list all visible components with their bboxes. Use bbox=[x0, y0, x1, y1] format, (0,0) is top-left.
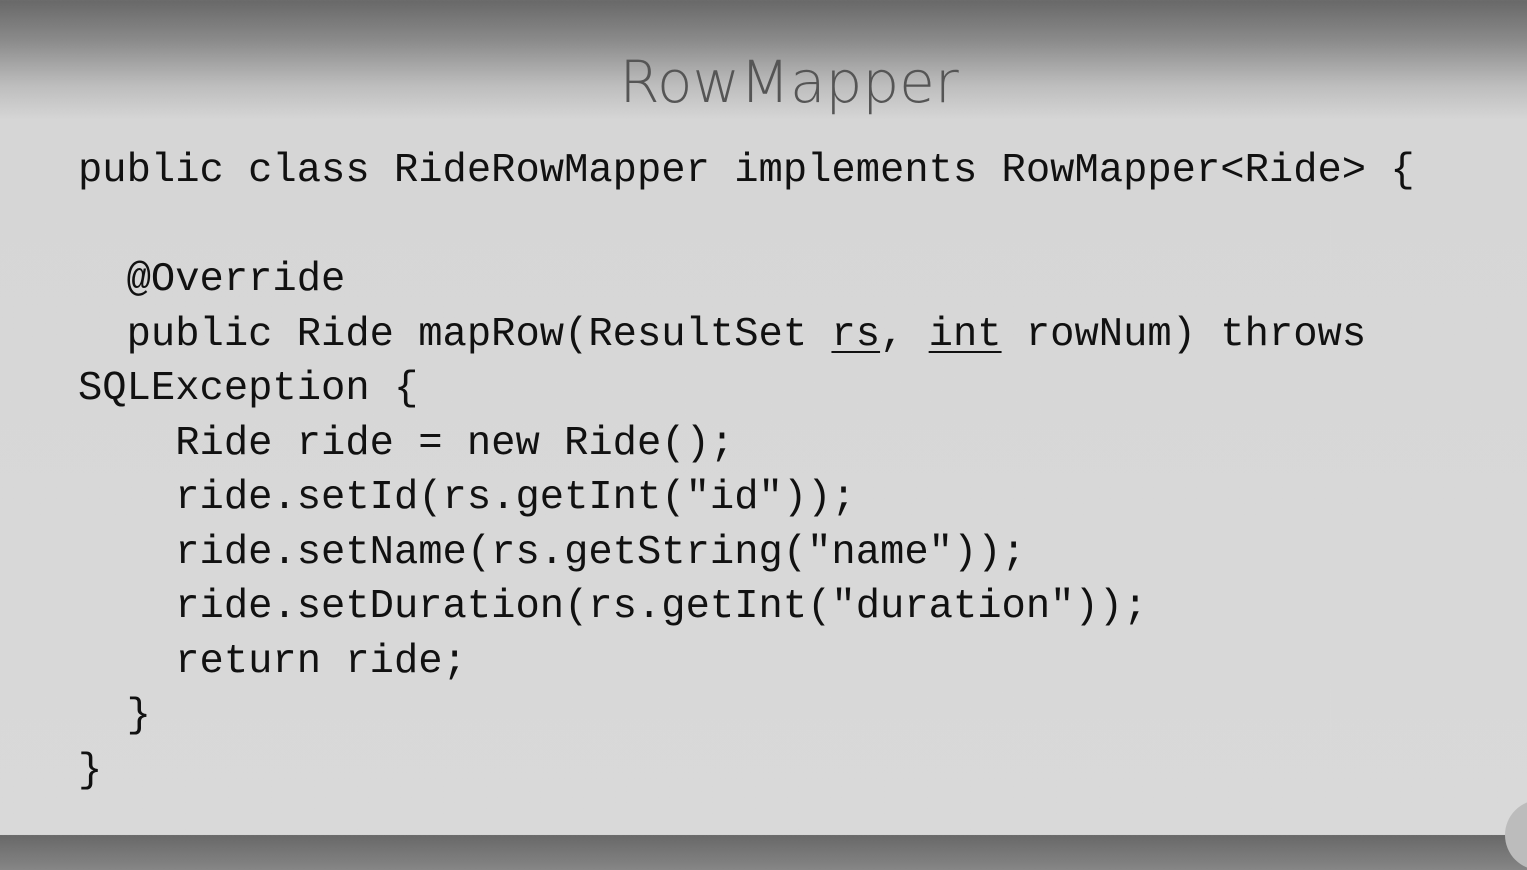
code-line: Ride ride = new Ride(); bbox=[78, 420, 735, 467]
code-underlined-rs: rs bbox=[831, 311, 881, 358]
code-segment: , bbox=[880, 311, 929, 358]
code-line: ride.setDuration(rs.getInt("duration")); bbox=[78, 584, 1148, 630]
presenter-logo-icon bbox=[1505, 800, 1527, 870]
code-line: } bbox=[78, 747, 103, 794]
code-line: } bbox=[78, 693, 151, 739]
code-line: @Override bbox=[78, 257, 346, 303]
code-line: public class RideRowMapper implements Ro… bbox=[78, 148, 1415, 194]
code-line: public Ride mapRow(ResultSet rs, int row… bbox=[78, 311, 1367, 358]
code-segment: public Ride mapRow(ResultSet bbox=[78, 311, 832, 358]
slide-title: RowMapper bbox=[619, 48, 959, 116]
code-line: ride.setName(rs.getString("name")); bbox=[78, 529, 1026, 576]
code-underlined-int: int bbox=[928, 311, 1002, 358]
code-line: return ride; bbox=[78, 638, 467, 685]
code-line: SQLException { bbox=[78, 366, 419, 412]
code-segment: rowNum) throws bbox=[1001, 311, 1367, 358]
code-block: public class RideRowMapper implements Ro… bbox=[78, 144, 1415, 798]
code-line: ride.setId(rs.getInt("id")); bbox=[78, 475, 856, 521]
